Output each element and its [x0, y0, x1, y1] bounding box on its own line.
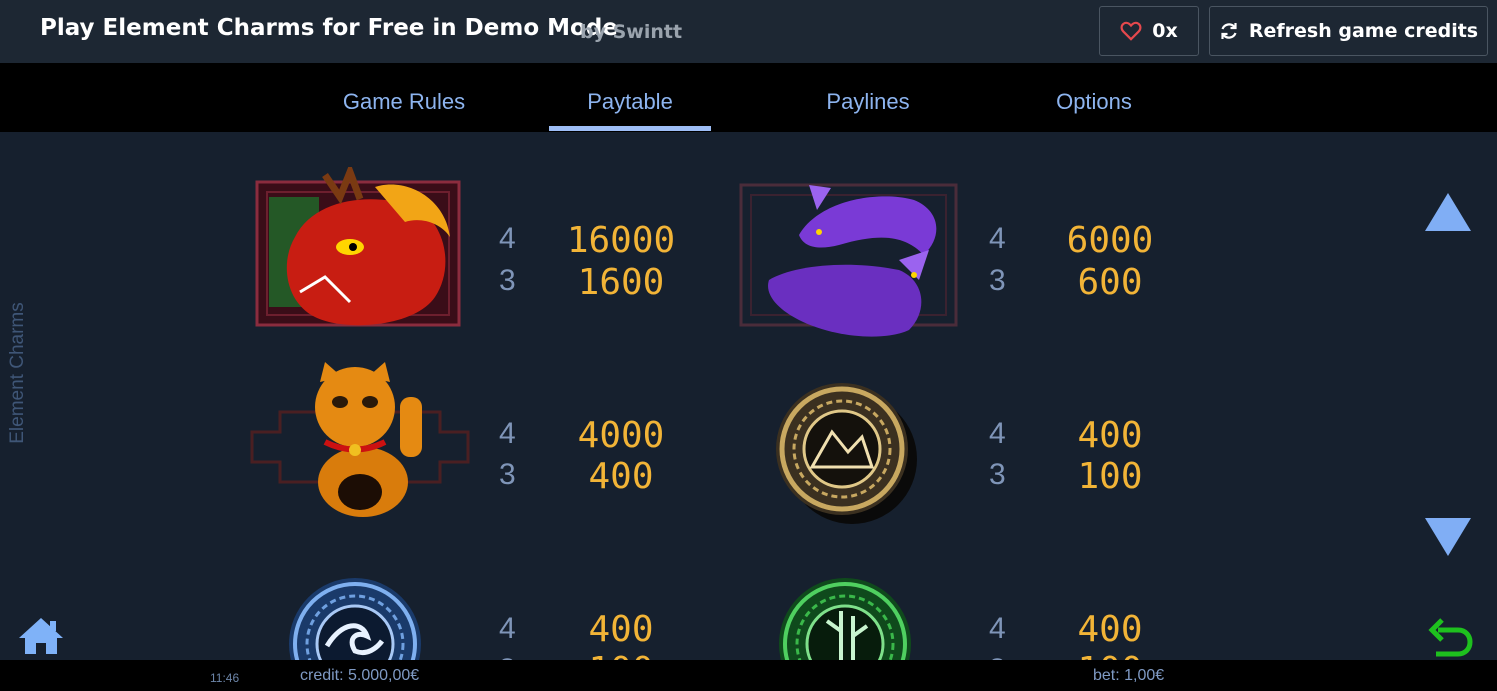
- earth-count-3: 3: [989, 458, 1006, 491]
- bet-amount: bet: 1,00€: [1093, 667, 1165, 684]
- water-payout-4: 400: [588, 609, 654, 650]
- tab-game-rules[interactable]: Game Rules: [343, 89, 465, 115]
- favorite-button[interactable]: 0x: [1099, 6, 1199, 56]
- wood-count-3: 3: [989, 653, 1006, 660]
- favorite-count: 0x: [1152, 20, 1178, 42]
- koi-fish-symbol-icon: [739, 183, 958, 337]
- cat-count-3: 3: [499, 458, 516, 491]
- earth-payout-3: 100: [1077, 456, 1143, 497]
- back-arrow-icon[interactable]: [1428, 616, 1474, 658]
- heart-icon: [1120, 21, 1142, 41]
- tab-bar: Game Rules Paytable Paylines Options: [0, 63, 1497, 132]
- wood-payout-3: 100: [1030, 650, 1190, 660]
- scroll-down-arrow-icon[interactable]: [1425, 518, 1471, 556]
- clock-time: 11:46: [210, 671, 240, 685]
- wood-payout-4: 400: [1077, 609, 1143, 650]
- paytable-screen: Play Element Charms for Free in Demo Mod…: [0, 0, 1497, 691]
- dragon-payout-3: 1600: [577, 262, 665, 303]
- refresh-credits-button[interactable]: Refresh game credits: [1209, 6, 1488, 56]
- water-payout-3: 100: [541, 650, 701, 660]
- dragon-payout-4: 16000: [566, 220, 676, 261]
- wood-coin-symbol-icon: [779, 578, 911, 660]
- earth-coin-symbol-icon: [776, 383, 917, 524]
- dragon-count-4: 4: [499, 222, 516, 255]
- koi-count-4: 4: [989, 222, 1006, 255]
- earth-payout-4: 400: [1077, 415, 1143, 456]
- active-tab-indicator: [549, 126, 711, 131]
- earth-count-4: 4: [989, 417, 1006, 450]
- koi-payout-4: 6000: [1066, 220, 1154, 261]
- water-count-3: 3: [499, 653, 516, 660]
- status-bar: 11:46 credit: 5.000,00€ bet: 1,00€: [0, 660, 1497, 691]
- refresh-label: Refresh game credits: [1248, 20, 1479, 42]
- provider-byline: by Swintt: [580, 21, 683, 43]
- cat-count-4: 4: [499, 417, 516, 450]
- top-header: Play Element Charms for Free in Demo Mod…: [0, 0, 1497, 63]
- dragon-count-3: 3: [499, 264, 516, 297]
- scroll-up-arrow-icon[interactable]: [1425, 193, 1471, 231]
- refresh-icon: [1221, 23, 1237, 39]
- water-coin-symbol-icon: [289, 578, 421, 660]
- tab-options[interactable]: Options: [1056, 89, 1132, 115]
- water-count-4: 4: [499, 612, 516, 645]
- paytable-panel[interactable]: 4 3 16000 1600 4 3 6000 600 4 3 4000 400…: [0, 132, 1497, 660]
- game-name-label: Element Charms: [7, 302, 28, 444]
- dragon-symbol-icon: [255, 167, 461, 327]
- home-icon[interactable]: [17, 616, 65, 656]
- cat-payout-4: 4000: [577, 415, 665, 456]
- wood-count-4: 4: [989, 612, 1006, 645]
- lucky-cat-symbol-icon: [250, 362, 470, 517]
- tab-paytable[interactable]: Paytable: [587, 89, 673, 115]
- tab-paylines[interactable]: Paylines: [826, 89, 909, 115]
- koi-count-3: 3: [989, 264, 1006, 297]
- koi-payout-3: 600: [1077, 262, 1143, 303]
- credit-balance: credit: 5.000,00€: [300, 667, 420, 684]
- cat-payout-3: 400: [588, 456, 654, 497]
- page-title: Play Element Charms for Free in Demo Mod…: [40, 15, 618, 41]
